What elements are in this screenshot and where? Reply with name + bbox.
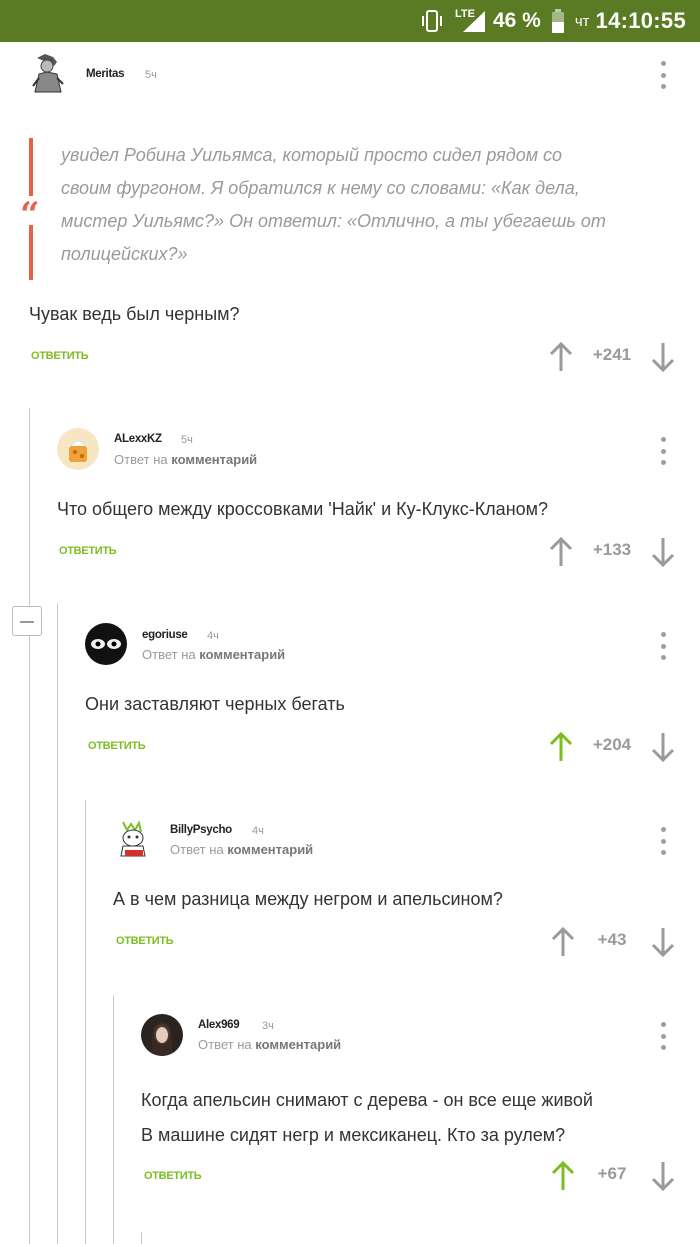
upvote-icon[interactable]	[548, 536, 574, 573]
downvote-icon[interactable]	[650, 1160, 676, 1197]
reply-to-label: Ответ на комментарий	[198, 1037, 341, 1052]
signal-icon: LTE	[455, 8, 487, 34]
comment-line: Когда апельсин снимают с дерева - он все…	[141, 1090, 593, 1110]
comment-line: В машине сидят негр и мексиканец. Кто за…	[141, 1125, 566, 1145]
author-name[interactable]: BillyPsycho	[170, 824, 232, 836]
quote-bar	[29, 138, 33, 196]
avatar[interactable]	[141, 1014, 183, 1056]
upvote-icon[interactable]	[550, 926, 576, 963]
clock: 14:10:55	[595, 8, 686, 33]
quote-bar	[29, 225, 33, 280]
reply-prefix: Ответ на	[114, 452, 168, 467]
upvote-icon[interactable]	[550, 1160, 576, 1197]
downvote-icon[interactable]	[650, 536, 676, 573]
more-options-icon[interactable]	[660, 437, 666, 465]
comment-text: Что общего между кроссовками 'Найк' и Ку…	[57, 499, 549, 519]
quote-line: мистер Уильямс?» Он ответил: «Отлично, а…	[61, 211, 606, 231]
rating: +133	[592, 540, 632, 559]
weekday: чт	[574, 12, 590, 30]
rating: +241	[592, 345, 632, 364]
thread-line	[57, 603, 58, 1244]
reply-button[interactable]: ОТВЕТИТЬ	[116, 935, 174, 947]
comment-time: 3ч	[262, 1020, 274, 1032]
quote-line: полицейских?»	[61, 244, 188, 264]
thread-line	[85, 800, 86, 1244]
more-options-icon[interactable]	[660, 1022, 666, 1050]
quote-line: своим фургоном. Я обратился к нему со сл…	[61, 178, 580, 198]
vote-controls: +241	[548, 341, 678, 373]
comment-text: Они заставляют черных бегать	[85, 694, 345, 714]
upvote-icon[interactable]	[548, 731, 574, 768]
avatar[interactable]	[113, 818, 155, 860]
collapse-thread-button[interactable]	[12, 606, 42, 636]
comment-time: 4ч	[252, 825, 264, 837]
avatar[interactable]	[85, 623, 127, 665]
reply-target-link[interactable]: комментарий	[227, 842, 313, 857]
comment-time: 5ч	[145, 69, 157, 81]
reply-button[interactable]: ОТВЕТИТЬ	[88, 740, 146, 752]
author-name[interactable]: Meritas	[86, 68, 124, 80]
thread-line	[29, 408, 30, 1244]
author-name[interactable]: Alex969	[198, 1019, 240, 1031]
upvote-icon[interactable]	[548, 341, 574, 378]
reply-prefix: Ответ на	[198, 1037, 252, 1052]
vote-controls: +43	[550, 926, 678, 958]
reply-prefix: Ответ на	[142, 647, 196, 662]
battery-percent: 46 %	[492, 9, 541, 32]
reply-prefix: Ответ на	[170, 842, 224, 857]
reply-target-link[interactable]: комментарий	[199, 647, 285, 662]
reply-button[interactable]: ОТВЕТИТЬ	[59, 545, 117, 557]
vote-controls: +67	[550, 1160, 678, 1192]
downvote-icon[interactable]	[650, 926, 676, 963]
comment-text: Когда апельсин снимают с дерева - он все…	[141, 1083, 593, 1153]
vote-controls: +204	[548, 731, 678, 763]
reply-target-link[interactable]: комментарий	[255, 1037, 341, 1052]
reply-target-link[interactable]: комментарий	[171, 452, 257, 467]
comment-text: Чувак ведь был черным?	[29, 304, 240, 324]
status-bar: LTE 46 % чт 14:10:55	[0, 0, 700, 42]
network-type: LTE	[454, 8, 475, 20]
downvote-icon[interactable]	[650, 341, 676, 378]
reply-to-label: Ответ на комментарий	[114, 452, 257, 467]
vote-controls: +133	[548, 536, 678, 568]
comment-time: 5ч	[181, 434, 193, 446]
avatar[interactable]	[57, 428, 99, 470]
vibrate-icon	[419, 8, 445, 34]
thread-line	[141, 1232, 142, 1244]
battery-icon	[551, 8, 565, 34]
rating: +204	[592, 735, 632, 754]
author-name[interactable]: egoriuse	[142, 629, 188, 641]
more-options-icon[interactable]	[660, 61, 666, 89]
comment-text: А в чем разница между негром и апельсино…	[113, 889, 503, 909]
downvote-icon[interactable]	[650, 731, 676, 768]
reply-to-label: Ответ на комментарий	[142, 647, 285, 662]
rating: +67	[597, 1164, 627, 1183]
reply-button[interactable]: ОТВЕТИТЬ	[144, 1170, 202, 1182]
more-options-icon[interactable]	[660, 632, 666, 660]
quote-line: увидел Робина Уильямса, который просто с…	[61, 145, 563, 165]
thread-line	[113, 995, 114, 1244]
comment-time: 4ч	[207, 630, 219, 642]
avatar[interactable]	[27, 52, 69, 94]
more-options-icon[interactable]	[660, 827, 666, 855]
quote-text: увидел Робина Уильямса, который просто с…	[61, 139, 681, 271]
author-name[interactable]: ALexxKZ	[114, 433, 162, 445]
reply-to-label: Ответ на комментарий	[170, 842, 313, 857]
reply-button[interactable]: ОТВЕТИТЬ	[31, 350, 89, 362]
rating: +43	[597, 930, 627, 949]
